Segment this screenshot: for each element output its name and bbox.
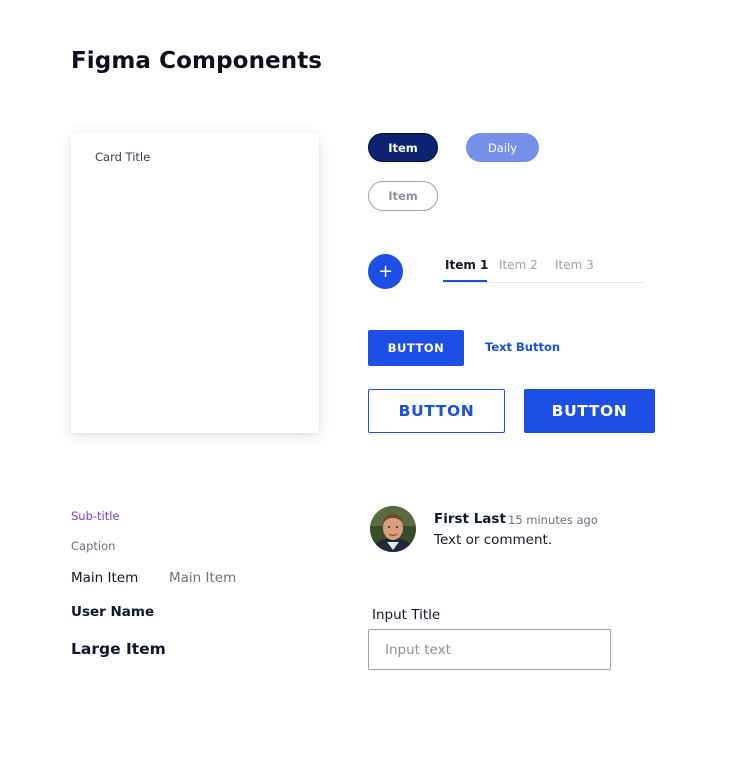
primary-button-small[interactable]: BUTTON bbox=[368, 330, 464, 366]
plus-icon: + bbox=[377, 260, 394, 282]
outline-button-large[interactable]: BUTTON bbox=[368, 389, 505, 433]
tab-item-2[interactable]: Item 2 bbox=[499, 258, 538, 272]
comment-author: First Last bbox=[434, 511, 506, 527]
card: Card Title bbox=[71, 133, 319, 433]
main-item-text: Main Item bbox=[71, 570, 139, 586]
caption-text: Caption bbox=[71, 539, 116, 553]
text-button[interactable]: Text Button bbox=[485, 340, 560, 354]
text-input[interactable] bbox=[368, 629, 611, 670]
comment-timestamp: 15 minutes ago bbox=[508, 513, 598, 527]
add-fab-button[interactable]: + bbox=[368, 254, 403, 289]
main-item-muted-text: Main Item bbox=[169, 570, 237, 586]
chip-outline[interactable]: Item bbox=[368, 181, 438, 211]
tab-bar: Item 1 Item 2 Item 3 bbox=[443, 254, 643, 283]
large-item-text: Large Item bbox=[71, 640, 166, 658]
tab-item-3[interactable]: Item 3 bbox=[555, 258, 594, 272]
avatar bbox=[370, 506, 416, 552]
card-title: Card Title bbox=[95, 150, 151, 164]
primary-button-large[interactable]: BUTTON bbox=[524, 389, 655, 433]
active-tab-indicator bbox=[443, 280, 487, 282]
subtitle-text: Sub-title bbox=[71, 509, 120, 523]
avatar-image bbox=[370, 506, 416, 552]
comment-text: Text or comment. bbox=[434, 532, 553, 548]
input-label: Input Title bbox=[372, 607, 441, 623]
chip-daily[interactable]: Daily bbox=[466, 133, 539, 162]
tab-item-1[interactable]: Item 1 bbox=[445, 258, 488, 272]
chip-filled[interactable]: Item bbox=[368, 133, 438, 162]
user-name-text: User Name bbox=[71, 604, 155, 620]
page-title: Figma Components bbox=[71, 48, 323, 74]
